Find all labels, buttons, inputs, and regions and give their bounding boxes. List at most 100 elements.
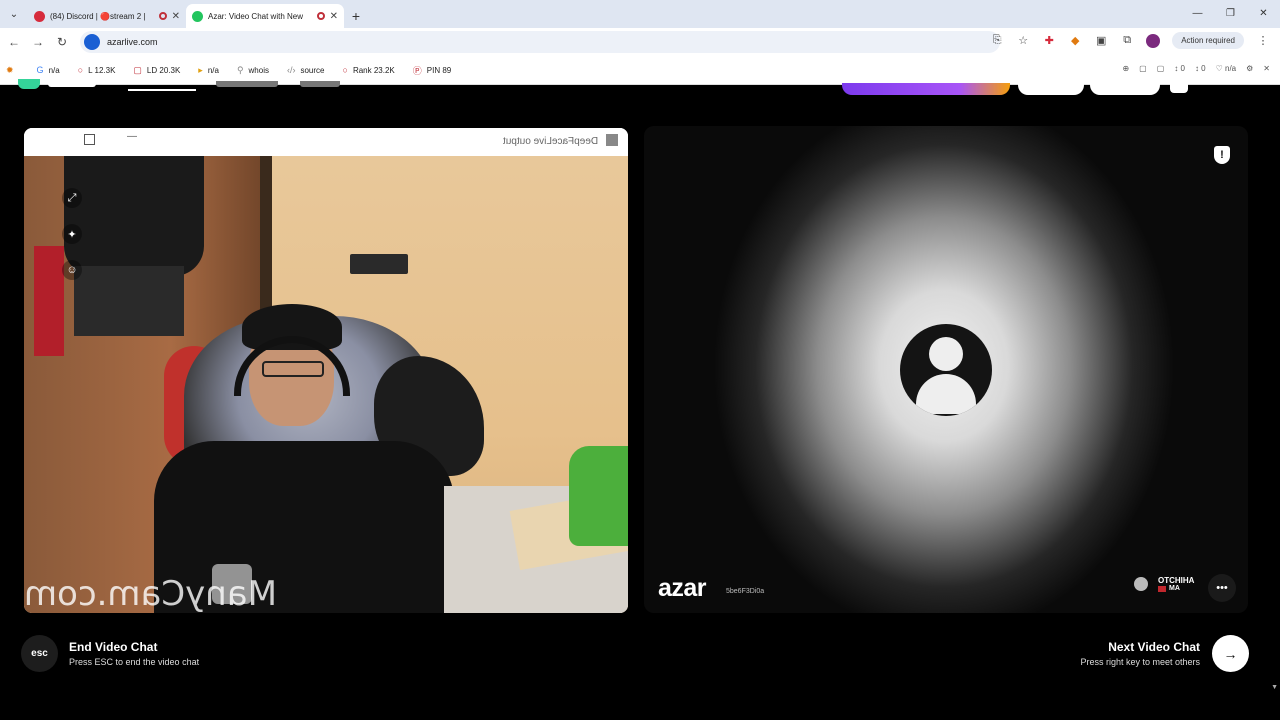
azar-logo: azar bbox=[658, 574, 707, 602]
nav-tab-about[interactable] bbox=[300, 81, 340, 87]
ext-close-icon[interactable]: ✕ bbox=[1263, 64, 1270, 73]
tab-search-chevron-icon[interactable]: ⌄ bbox=[0, 0, 28, 28]
tab-title: (84) Discord | 🔴stream 2 | bbox=[50, 11, 146, 21]
tab-azar[interactable]: Azar: Video Chat with New ✕ bbox=[186, 4, 344, 28]
orange-extension-icon[interactable]: ◆ bbox=[1068, 34, 1082, 47]
chat-bubble-button[interactable]: ••• bbox=[1208, 574, 1236, 602]
minimize-button[interactable]: — bbox=[1181, 0, 1214, 28]
avatar-body bbox=[916, 374, 976, 414]
expand-icon[interactable]: ⤢ bbox=[62, 188, 82, 208]
azar-favicon-icon bbox=[192, 10, 203, 22]
next-chat-hint: Press right key to meet others bbox=[1080, 657, 1200, 667]
promo-banner-button[interactable] bbox=[842, 83, 1010, 95]
nav-active-underline bbox=[128, 89, 196, 91]
azar-nav-wordmark bbox=[48, 81, 96, 87]
ext-links[interactable]: ○ L 12.3K bbox=[78, 65, 116, 75]
ext-right-item[interactable]: ↕ 0 bbox=[1174, 64, 1185, 73]
browser-menu-icon[interactable]: ⋮ bbox=[1256, 34, 1270, 47]
app-icon bbox=[606, 134, 618, 146]
face-filter-icon[interactable]: ☺ bbox=[62, 260, 82, 280]
install-app-icon[interactable]: ⎘ bbox=[990, 34, 1004, 47]
url-omnibox[interactable]: azarlive.com bbox=[80, 31, 1000, 53]
address-bar-row: ← → ↻ azarlive.com ⎘ ☆ ✚ ◆ ▣ ⧉ Action re… bbox=[0, 28, 1280, 56]
end-chat-esc-button[interactable]: esc bbox=[21, 635, 58, 672]
partner-profile-icon bbox=[1134, 577, 1148, 591]
ext-right-item[interactable]: ▢ bbox=[1157, 64, 1165, 73]
manycam-watermark: ManyCam.com bbox=[24, 574, 277, 613]
shop-button[interactable] bbox=[1018, 83, 1084, 95]
page-bottom-strip bbox=[0, 693, 1280, 720]
remote-video-panel: ! azar 5be6F3Di0a OTCHIHA MA ••• bbox=[644, 126, 1248, 613]
magic-wand-icon[interactable]: ✦ bbox=[62, 224, 82, 244]
partner-country: MA bbox=[1158, 585, 1194, 592]
window-title: DeepFaceLive output bbox=[502, 136, 598, 147]
end-chat-hint: Press ESC to end the video chat bbox=[69, 657, 200, 667]
tab-title: Azar: Video Chat with New bbox=[208, 11, 304, 21]
scene-hanging-jacket bbox=[64, 156, 204, 276]
extension-right-items: ⊕ ▢ ▢ ↕ 0 ↕ 0 ♡ n/a ⚙ ✕ bbox=[1122, 64, 1270, 73]
next-chat-title: Next Video Chat bbox=[1108, 640, 1200, 654]
action-required-button[interactable]: Action required bbox=[1172, 32, 1244, 49]
ext-rank[interactable]: ○ Rank 23.2K bbox=[343, 65, 395, 75]
ext-right-item[interactable]: ⚙ bbox=[1246, 64, 1253, 73]
local-video-panel: — DeepFaceLive output ManyCam.com ⤢ ✦ ☺ bbox=[24, 128, 628, 613]
screen-capture-icon[interactable]: ▣ bbox=[1094, 34, 1108, 47]
ext-whois[interactable]: ⚲ whois bbox=[237, 65, 269, 76]
partner-avatar-placeholder-icon bbox=[900, 324, 992, 416]
bookmark-star-icon[interactable]: ☆ bbox=[1016, 34, 1030, 47]
ext-right-item[interactable]: ⊕ bbox=[1122, 64, 1129, 73]
local-video-tools: ⤢ ✦ ☺ bbox=[62, 188, 82, 280]
ext-pinterest[interactable]: Ⓟ PIN 89 bbox=[413, 64, 451, 77]
scroll-down-icon[interactable]: ▼ bbox=[1271, 684, 1278, 691]
partner-info[interactable]: OTCHIHA MA bbox=[1134, 576, 1194, 592]
notification-button[interactable] bbox=[1170, 83, 1188, 93]
ext-right-item[interactable]: ♡ n/a bbox=[1216, 64, 1237, 73]
maximize-icon[interactable] bbox=[84, 134, 95, 145]
close-window-button[interactable]: ✕ bbox=[1247, 0, 1280, 28]
scene-red-cloth bbox=[34, 246, 64, 356]
ext-right-item[interactable]: ▢ bbox=[1139, 64, 1147, 73]
scene-hanging-bag bbox=[74, 266, 184, 336]
seo-extension-bar: ✹ Gn/a ○ L 12.3K ▢ LD 20.3K ▸ n/a ⚲ whois ‹/… bbox=[0, 56, 1280, 85]
azar-nav-logo[interactable] bbox=[18, 79, 40, 89]
browser-tab-bar: ⌄ (84) Discord | 🔴stream 2 | ✕ Azar: Vid… bbox=[0, 0, 1280, 28]
report-shield-icon[interactable]: ! bbox=[1214, 146, 1230, 164]
scene-glasses bbox=[262, 361, 324, 377]
close-tab-icon[interactable]: ✕ bbox=[172, 11, 180, 22]
minimize-icon[interactable]: — bbox=[127, 131, 137, 142]
discord-favicon-icon bbox=[34, 10, 45, 22]
forward-arrow-icon[interactable]: → bbox=[26, 35, 50, 49]
scene-green-basket bbox=[569, 446, 628, 546]
reload-icon[interactable]: ↻ bbox=[50, 35, 74, 49]
toolbar-actions: ⎘ ☆ ✚ ◆ ▣ ⧉ Action required ⋮ bbox=[990, 32, 1270, 49]
pin-extension-icon[interactable]: ✚ bbox=[1042, 34, 1056, 47]
azar-page: — DeepFaceLive output ManyCam.com ⤢ ✦ ☺ … bbox=[0, 79, 1280, 693]
ext-google-index[interactable]: Gn/a bbox=[37, 65, 60, 75]
extension-settings-icon[interactable]: ✹ bbox=[6, 65, 19, 76]
room-code: 5be6F3Di0a bbox=[726, 588, 765, 595]
ext-bing-index[interactable]: ▸ n/a bbox=[198, 65, 219, 76]
deepfacelive-window-titlebar: — DeepFaceLive output bbox=[24, 128, 628, 156]
recording-indicator-icon bbox=[158, 12, 167, 20]
history-button[interactable] bbox=[1090, 83, 1160, 95]
back-arrow-icon[interactable]: ← bbox=[2, 35, 26, 49]
nav-tab-messages[interactable] bbox=[216, 81, 278, 87]
restore-button[interactable]: ❐ bbox=[1214, 0, 1247, 28]
avatar-head bbox=[929, 337, 963, 371]
site-info-icon[interactable] bbox=[84, 34, 100, 50]
close-tab-icon[interactable]: ✕ bbox=[330, 11, 338, 22]
morocco-flag-icon bbox=[1158, 585, 1166, 592]
recording-indicator-icon bbox=[316, 12, 325, 20]
ext-right-item[interactable]: ↕ 0 bbox=[1195, 64, 1206, 73]
new-tab-button[interactable]: + bbox=[344, 4, 368, 28]
partner-name: OTCHIHA bbox=[1158, 576, 1195, 585]
end-chat-title: End Video Chat bbox=[69, 640, 158, 654]
scene-wall-socket bbox=[350, 254, 408, 274]
ext-source[interactable]: ‹/› source bbox=[287, 65, 325, 75]
extensions-puzzle-icon[interactable]: ⧉ bbox=[1120, 34, 1134, 47]
ext-linking-domains[interactable]: ▢ LD 20.3K bbox=[133, 65, 180, 76]
next-chat-arrow-button[interactable]: → bbox=[1212, 635, 1249, 672]
webcam-feed-image: ManyCam.com bbox=[24, 156, 628, 613]
tab-discord[interactable]: (84) Discord | 🔴stream 2 | ✕ bbox=[28, 4, 186, 28]
profile-avatar[interactable] bbox=[1146, 33, 1161, 48]
